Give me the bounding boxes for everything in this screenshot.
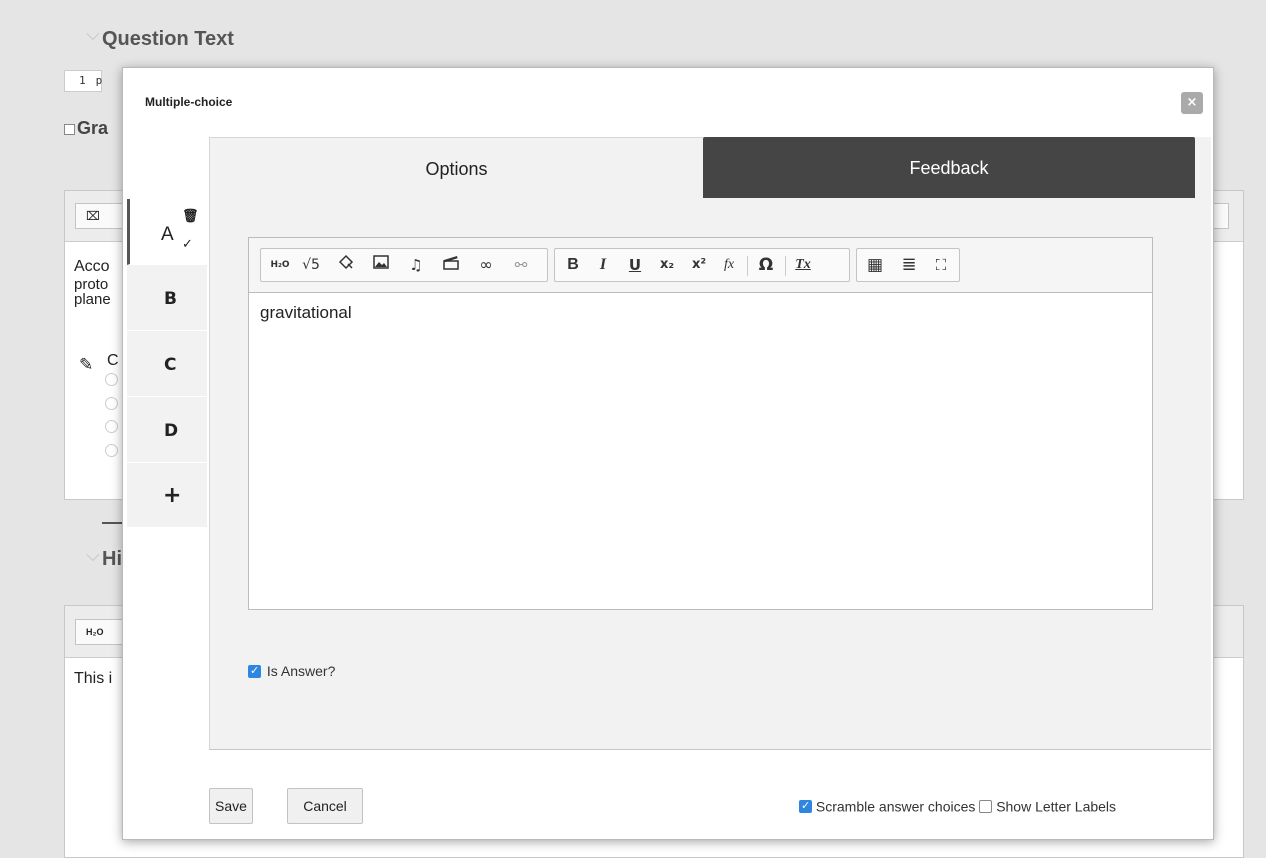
graph-icon[interactable] [334, 253, 358, 277]
video-icon[interactable] [439, 253, 463, 277]
underline-button[interactable]: U [623, 253, 647, 277]
formula-button[interactable]: fx [717, 253, 741, 277]
choice-label: A [161, 224, 174, 245]
remove-format-button[interactable]: Tx [791, 253, 815, 277]
tab-feedback[interactable]: Feedback [703, 137, 1195, 198]
toolbar-group-insert: H₂O √5 ♫ ∞ ⚯ [260, 248, 548, 282]
choice-label: B [164, 289, 177, 309]
save-button[interactable]: Save [209, 788, 253, 824]
radio-option[interactable] [105, 420, 118, 433]
choice-label: C [164, 355, 177, 375]
is-answer-label: Is Answer? [266, 663, 336, 680]
toolbar-separator [747, 256, 748, 276]
special-char-button[interactable]: Ω [754, 253, 778, 277]
math-sqrt-button[interactable]: √5 [299, 253, 323, 277]
tab-options[interactable]: Options [210, 137, 703, 198]
link-button[interactable]: ∞ [474, 253, 498, 277]
radio-option[interactable] [105, 373, 118, 386]
hint-heading: Hi [102, 548, 122, 570]
trash-icon[interactable]: 🗑 [182, 209, 199, 224]
toolbar-separator [785, 256, 786, 276]
question-text-heading: Question Text [102, 28, 234, 50]
multiple-choice-dialog: Multiple-choice × A 🗑 ✓ B C D + Options … [122, 67, 1214, 840]
question-body-line: Acco [74, 258, 110, 275]
choice-tab-c[interactable]: C [127, 331, 207, 397]
choices-label: C [107, 352, 119, 369]
divider [102, 522, 122, 524]
radio-option[interactable] [105, 397, 118, 410]
radio-option[interactable] [105, 444, 118, 457]
editor-toolbar: H₂O √5 ♫ ∞ ⚯ B I U x₂ x² fx Ω Tx ▦ ≣ ⛶ [249, 238, 1152, 293]
is-answer-checkbox[interactable] [248, 664, 261, 678]
chevron-down-icon[interactable]: ⌵ [86, 545, 100, 566]
toolbar-group-layout: ▦ ≣ ⛶ [856, 248, 960, 282]
choice-list: A 🗑 ✓ B C D + [127, 199, 207, 527]
cancel-button[interactable]: Cancel [287, 788, 363, 824]
horizontal-line-button[interactable]: ≣ [897, 253, 921, 277]
subscript-button[interactable]: x₂ [655, 253, 679, 277]
footer-options: Scramble answer choices Show Letter Labe… [799, 797, 1116, 814]
answer-check-icon: ✓ [182, 237, 193, 252]
maximize-button[interactable]: ⛶ [929, 253, 953, 277]
editor-content[interactable]: gravitational [260, 303, 352, 323]
scramble-checkbox[interactable] [799, 799, 812, 813]
italic-button[interactable]: I [591, 253, 615, 277]
image-icon[interactable] [369, 253, 393, 277]
scramble-label: Scramble answer choices [815, 798, 976, 815]
hint-text: This i [74, 670, 113, 687]
grade-checkbox-row[interactable]: Gra [64, 118, 108, 139]
points-field[interactable]: 1p [64, 70, 102, 92]
letter-labels-label: Show Letter Labels [996, 798, 1117, 815]
unlink-button[interactable]: ⚯ [509, 253, 533, 277]
plus-icon: + [163, 483, 182, 508]
add-choice-button[interactable]: + [127, 463, 207, 527]
pencil-icon[interactable]: ✎ [79, 355, 93, 375]
choice-tab-a[interactable]: A 🗑 ✓ [127, 199, 207, 265]
table-button[interactable]: ▦ [863, 253, 887, 277]
chevron-down-icon[interactable]: ⌵ [86, 24, 100, 45]
bold-button[interactable]: B [561, 253, 585, 277]
grade-checkbox[interactable] [64, 123, 75, 135]
toolbar-group: ⌧ [75, 203, 123, 229]
is-answer-toggle[interactable]: Is Answer? [248, 662, 335, 679]
audio-button[interactable]: ♫ [404, 253, 428, 277]
chemistry-formula-button[interactable]: H₂O [266, 253, 294, 277]
superscript-button[interactable]: x² [687, 253, 711, 277]
choice-label: D [164, 421, 179, 441]
choice-tab-d[interactable]: D [127, 397, 207, 463]
dialog-title: Multiple-choice [145, 95, 233, 109]
choice-tab-b[interactable]: B [127, 265, 207, 331]
letter-labels-checkbox[interactable] [979, 799, 993, 813]
source-icon[interactable]: ⌧ [86, 209, 100, 223]
toolbar-group-format: B I U x₂ x² fx Ω Tx [554, 248, 850, 282]
rich-text-editor: H₂O √5 ♫ ∞ ⚯ B I U x₂ x² fx Ω Tx ▦ ≣ ⛶ g… [248, 237, 1153, 610]
question-body-line: plane [74, 291, 111, 308]
choice-editor-frame: Options Feedback H₂O √5 ♫ ∞ ⚯ B I U x₂ x… [209, 137, 1211, 750]
close-button[interactable]: × [1181, 92, 1203, 114]
